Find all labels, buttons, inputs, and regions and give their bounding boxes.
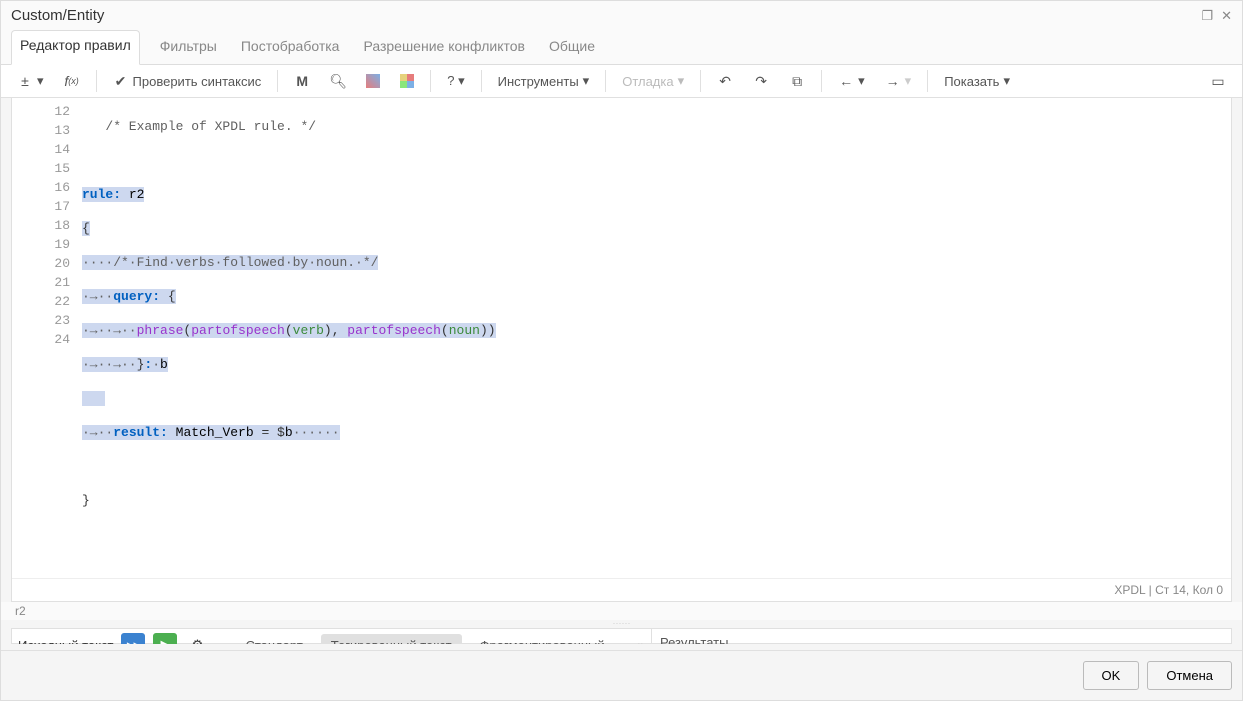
split-handle[interactable]: ······ [1, 620, 1242, 628]
settings-icon[interactable]: ⚙ [185, 633, 209, 644]
tab-fragmented[interactable]: Фрагментированный [470, 634, 615, 645]
expand-icon[interactable]: » [638, 638, 645, 645]
tab-postprocessing[interactable]: Постобработка [237, 30, 344, 64]
source-pane: Исходный текст ▸▸ ▶ ⚙ Стандарт Тегирован… [11, 628, 652, 644]
check-syntax-button[interactable]: ✔Проверить синтаксис [105, 69, 270, 93]
back-button[interactable]: ←▾ [830, 69, 873, 93]
code-editor-wrap: 121314 151617 181920 212223 24 /* Exampl… [11, 98, 1232, 602]
window: Custom/Entity ❐ ✕ Редактор правил Фильтр… [0, 0, 1243, 701]
fx-button[interactable]: f(x) [56, 69, 88, 93]
zoom-button[interactable]: 🔍︎ [322, 69, 354, 93]
source-label: Исходный текст [18, 638, 113, 645]
results-title: Результаты [652, 629, 1231, 644]
undo-button[interactable]: ↶ [709, 69, 741, 93]
editor-status: XPDL | Ст 14, Кол 0 [12, 578, 1231, 601]
tab-general[interactable]: Общие [545, 30, 599, 64]
cancel-button[interactable]: Отмена [1147, 661, 1232, 690]
footer: OK Отмена [1, 650, 1242, 700]
tools-dropdown[interactable]: Инструменты ▾ [490, 69, 598, 93]
m-button[interactable]: M [286, 69, 318, 93]
tab-filters[interactable]: Фильтры [156, 30, 221, 64]
tab-rule-editor[interactable]: Редактор правил [11, 30, 140, 65]
toolbar: ±▾ f(x) ✔Проверить синтаксис M 🔍︎ ? ▾ Ин… [1, 65, 1242, 98]
code-content[interactable]: /* Example of XPDL rule. */ rule: r2 { ·… [82, 98, 1231, 578]
tab-standard[interactable]: Стандарт [235, 634, 312, 645]
panel-toggle-button[interactable]: ▭ [1202, 69, 1234, 93]
close-icon[interactable]: ✕ [1221, 8, 1232, 24]
play-button[interactable]: ▸▸ [121, 633, 145, 644]
ok-button[interactable]: OK [1083, 661, 1140, 690]
help-dropdown[interactable]: ? ▾ [439, 69, 472, 93]
results-pane: Результаты RuleName Match_Verb 1.1Confid… [652, 628, 1232, 644]
popout-button[interactable]: ⧉ [781, 69, 813, 93]
run-button[interactable]: ▶ [153, 633, 177, 644]
line-gutter: 121314 151617 181920 212223 24 [12, 98, 82, 578]
show-dropdown[interactable]: Показать ▾ [936, 69, 1018, 93]
redo-button[interactable]: ↷ [745, 69, 777, 93]
tab-conflicts[interactable]: Разрешение конфликтов [359, 30, 529, 64]
main-tabs: Редактор правил Фильтры Постобработка Ра… [1, 30, 1242, 65]
code-editor[interactable]: 121314 151617 181920 212223 24 /* Exampl… [12, 98, 1231, 578]
tab-tagged[interactable]: Тегированный текст [321, 634, 462, 645]
source-toolbar: Исходный текст ▸▸ ▶ ⚙ Стандарт Тегирован… [12, 629, 651, 644]
grid2-button[interactable] [392, 70, 422, 92]
debug-dropdown[interactable]: Отладка ▾ [614, 69, 692, 93]
forward-button[interactable]: →▾ [877, 69, 920, 93]
restore-icon[interactable]: ❐ [1201, 8, 1213, 24]
titlebar: Custom/Entity ❐ ✕ [1, 1, 1242, 30]
diff-button[interactable]: ±▾ [9, 69, 52, 93]
grid1-button[interactable] [358, 70, 388, 92]
window-title: Custom/Entity [11, 7, 104, 24]
